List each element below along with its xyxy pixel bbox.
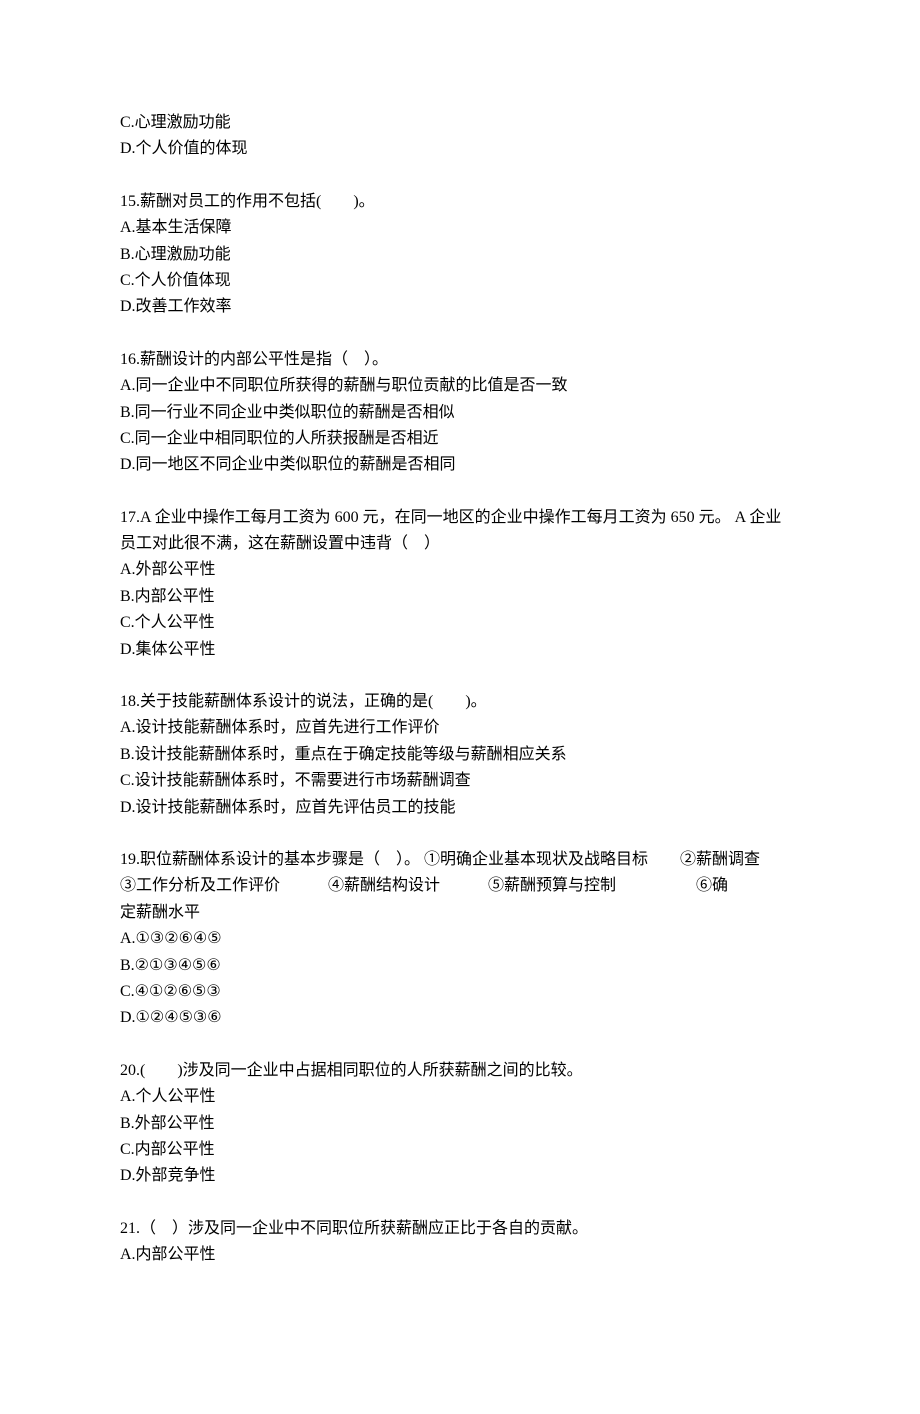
question-21: 21.（ ）涉及同一企业中不同职位所获薪酬应正比于各自的贡献。 A.内部公平性 (120, 1216, 800, 1269)
stem-text: 薪酬设计的内部公平性是指（ ）。 (140, 351, 388, 368)
stem-continuation: ③工作分析及工作评价 ④薪酬结构设计 ⑤薪酬预算与控制 ⑥确 (120, 873, 800, 899)
question-20: 20.( )涉及同一企业中占据相同职位的人所获薪酬之间的比较。 A.个人公平性 … (120, 1058, 800, 1190)
question-number: 20. (120, 1062, 140, 1079)
option-text: B.同一行业不同企业中类似职位的薪酬是否相似 (120, 400, 800, 426)
question-stem: 17.A 企业中操作工每月工资为 600 元，在同一地区的企业中操作工每月工资为… (120, 505, 800, 531)
option-text: B.设计技能薪酬体系时，重点在于确定技能等级与薪酬相应关系 (120, 742, 800, 768)
question-18: 18.关于技能薪酬体系设计的说法，正确的是( )。 A.设计技能薪酬体系时，应首… (120, 689, 800, 821)
question-stem: 16.薪酬设计的内部公平性是指（ ）。 (120, 347, 800, 373)
option-text: B.外部公平性 (120, 1111, 800, 1137)
option-text: C.内部公平性 (120, 1137, 800, 1163)
option-text: C.④①②⑥⑤③ (120, 979, 800, 1005)
question-19: 19.职位薪酬体系设计的基本步骤是（ ）。 ①明确企业基本现状及战略目标 ②薪酬… (120, 847, 800, 1032)
question-number: 16. (120, 351, 140, 368)
stem-text: A 企业中操作工每月工资为 600 元，在同一地区的企业中操作工每月工资为 65… (140, 509, 781, 526)
stem-text: 关于技能薪酬体系设计的说法，正确的是( )。 (140, 693, 487, 710)
option-text: D.个人价值的体现 (120, 136, 800, 162)
option-text: D.设计技能薪酬体系时，应首先评估员工的技能 (120, 795, 800, 821)
document-page: C.心理激励功能 D.个人价值的体现 15.薪酬对员工的作用不包括( )。 A.… (0, 0, 920, 1414)
option-text: C.心理激励功能 (120, 110, 800, 136)
option-text: C.个人价值体现 (120, 268, 800, 294)
option-text: B.内部公平性 (120, 584, 800, 610)
stem-text: 薪酬对员工的作用不包括( )。 (140, 193, 375, 210)
question-stem: 21.（ ）涉及同一企业中不同职位所获薪酬应正比于各自的贡献。 (120, 1216, 800, 1242)
question-stem: 15.薪酬对员工的作用不包括( )。 (120, 189, 800, 215)
stem-text: （ ）涉及同一企业中不同职位所获薪酬应正比于各自的贡献。 (140, 1220, 588, 1237)
option-text: D.①②④⑤③⑥ (120, 1005, 800, 1031)
stem-text: ( )涉及同一企业中占据相同职位的人所获薪酬之间的比较。 (140, 1062, 583, 1079)
option-text: B.②①③④⑤⑥ (120, 953, 800, 979)
option-text: B.心理激励功能 (120, 242, 800, 268)
option-text: C.同一企业中相同职位的人所获报酬是否相近 (120, 426, 800, 452)
option-text: A.基本生活保障 (120, 215, 800, 241)
option-text: A.同一企业中不同职位所获得的薪酬与职位贡献的比值是否一致 (120, 373, 800, 399)
question-15: 15.薪酬对员工的作用不包括( )。 A.基本生活保障 B.心理激励功能 C.个… (120, 189, 800, 321)
option-text: A.内部公平性 (120, 1242, 800, 1268)
question-16: 16.薪酬设计的内部公平性是指（ ）。 A.同一企业中不同职位所获得的薪酬与职位… (120, 347, 800, 479)
option-text: D.改善工作效率 (120, 294, 800, 320)
option-text: C.个人公平性 (120, 610, 800, 636)
option-text: A.①③②⑥④⑤ (120, 926, 800, 952)
option-text: D.集体公平性 (120, 637, 800, 663)
option-text: A.个人公平性 (120, 1084, 800, 1110)
question-number: 18. (120, 693, 140, 710)
stem-continuation: 定薪酬水平 (120, 900, 800, 926)
question-17: 17.A 企业中操作工每月工资为 600 元，在同一地区的企业中操作工每月工资为… (120, 505, 800, 663)
question-stem: 18.关于技能薪酬体系设计的说法，正确的是( )。 (120, 689, 800, 715)
stem-text: 职位薪酬体系设计的基本步骤是（ ）。 ①明确企业基本现状及战略目标 ②薪酬调查 (140, 851, 760, 868)
question-number: 21. (120, 1220, 140, 1237)
question-stem: 19.职位薪酬体系设计的基本步骤是（ ）。 ①明确企业基本现状及战略目标 ②薪酬… (120, 847, 800, 873)
stem-continuation: 员工对此很不满，这在薪酬设置中违背（ ） (120, 531, 800, 557)
option-text: A.外部公平性 (120, 557, 800, 583)
option-text: D.外部竞争性 (120, 1163, 800, 1189)
question-number: 17. (120, 509, 140, 526)
option-text: D.同一地区不同企业中类似职位的薪酬是否相同 (120, 452, 800, 478)
question-number: 19. (120, 851, 140, 868)
orphan-options-block: C.心理激励功能 D.个人价值的体现 (120, 110, 800, 163)
option-text: A.设计技能薪酬体系时，应首先进行工作评价 (120, 715, 800, 741)
question-stem: 20.( )涉及同一企业中占据相同职位的人所获薪酬之间的比较。 (120, 1058, 800, 1084)
question-number: 15. (120, 193, 140, 210)
option-text: C.设计技能薪酬体系时，不需要进行市场薪酬调查 (120, 768, 800, 794)
